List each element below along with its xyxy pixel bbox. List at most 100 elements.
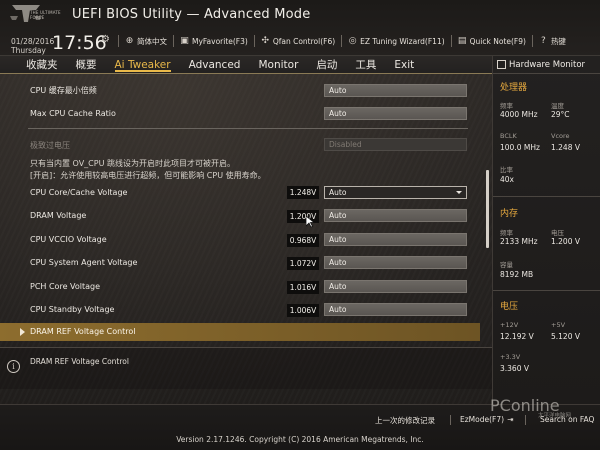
hardware-monitor-title: Hardware Monitor <box>493 56 600 74</box>
cpu-vccio-voltage-field[interactable]: Auto <box>324 233 467 246</box>
main-nav: 收藏夹 概要 Ai Tweaker Advanced Monitor 启动 工具… <box>0 56 492 74</box>
tab-advanced[interactable]: Advanced <box>189 58 241 72</box>
tab-favorites[interactable]: 收藏夹 <box>26 58 58 72</box>
toolbar-separator <box>341 35 343 47</box>
toolbar-separator <box>531 35 533 47</box>
toolbar-separator <box>450 35 452 47</box>
v33-label: +3.3V <box>500 353 521 361</box>
setting-label: PCH Core Voltage <box>30 282 101 291</box>
cpu-temp-label: 温度 <box>551 102 564 110</box>
note-text: [开启]：允许使用较高电压进行超频，但可能影响 CPU 使用寿命。 <box>30 171 266 180</box>
bclk-value: 100.0 MHz <box>500 143 540 152</box>
scrollbar[interactable] <box>486 170 489 248</box>
qfan-control-button[interactable]: ✣ Qfan Control(F6) <box>261 35 336 46</box>
note-text: 只有当内置 OV_CPU 跳线设为开启时此项目才可被开启。 <box>30 159 235 168</box>
mem-cap-label: 容量 <box>500 261 513 269</box>
footer-separator <box>450 415 451 425</box>
dram-voltage-field[interactable]: Auto <box>324 209 467 222</box>
cpu-freq-value: 4000 MHz <box>500 110 538 119</box>
hotkey-icon: ? <box>541 35 546 46</box>
cpu-temp-value: 29°C <box>551 110 570 119</box>
v5-label: +5V <box>551 321 566 329</box>
ratio-label: 比率 <box>500 166 513 174</box>
setting-label: CPU Core/Cache Voltage <box>30 188 128 197</box>
pch-core-voltage-field[interactable]: Auto <box>324 280 467 293</box>
overvoltage-field: Disabled <box>324 138 467 151</box>
cpu-cache-min-ratio-field[interactable]: Auto <box>324 84 467 97</box>
cpu-freq-label: 频率 <box>500 102 513 110</box>
dram-ref-voltage-control-row[interactable]: DRAM REF Voltage Control <box>0 323 480 341</box>
v12-value: 12.192 V <box>500 332 534 341</box>
tab-ai-tweaker[interactable]: Ai Tweaker <box>114 58 171 72</box>
last-modified-button[interactable]: 上一次的修改记录 <box>375 415 435 426</box>
vcore-value: 1.248 V <box>551 143 580 152</box>
monitor-icon <box>497 60 506 69</box>
fan-icon: ✣ <box>261 35 270 46</box>
toolbar-separator <box>173 35 174 47</box>
tab-tool[interactable]: 工具 <box>355 58 376 72</box>
footer-separator <box>525 415 526 425</box>
voltage-reading: 1.072V <box>287 257 319 270</box>
chevron-down-icon <box>456 191 462 194</box>
toolbar: ⊕ 简体中文 ▣ MyFavorite(F3) ✣ Qfan Control(F… <box>118 34 566 48</box>
cpu-core-cache-voltage-dropdown[interactable]: Auto <box>324 186 467 199</box>
v33-value: 3.360 V <box>500 364 529 373</box>
ratio-value: 40x <box>500 175 514 184</box>
mem-cap-value: 8192 MB <box>500 270 534 279</box>
header-bar: THE ULTIMATE FORCE UEFI BIOS Utility — A… <box>0 0 600 56</box>
language-button[interactable]: ⊕ 简体中文 <box>125 36 167 47</box>
hotkey-button[interactable]: ? 热键 <box>539 36 566 47</box>
favorite-icon: ▣ <box>180 35 189 46</box>
cpu-standby-voltage-field[interactable]: Auto <box>324 303 467 316</box>
version-text: Version 2.17.1246. Copyright (C) 2016 Am… <box>176 435 424 444</box>
help-text: DRAM REF Voltage Control <box>30 357 129 366</box>
exit-icon: ⇥ <box>507 415 514 424</box>
mem-volt-value: 1.200 V <box>551 237 580 246</box>
mouse-cursor-icon <box>306 216 315 228</box>
tab-boot[interactable]: 启动 <box>316 58 337 72</box>
setting-label: CPU System Agent Voltage <box>30 258 138 267</box>
gear-icon[interactable]: ⚙ <box>101 35 111 45</box>
info-icon: i <box>7 360 20 373</box>
cpu-system-agent-voltage-field[interactable]: Auto <box>324 256 467 269</box>
watermark-subtext: 太平洋电脑网 <box>538 413 572 419</box>
voltage-reading: 0.968V <box>287 234 319 247</box>
globe-icon: ⊕ <box>125 35 134 46</box>
setting-label: CPU VCCIO Voltage <box>30 235 107 244</box>
bclk-label: BCLK <box>500 132 517 140</box>
ezmode-button[interactable]: EzMode(F7) ⇥ <box>460 415 513 424</box>
toolbar-separator <box>253 35 255 47</box>
mem-freq-label: 频率 <box>500 229 513 237</box>
note-icon: ▤ <box>457 35 467 46</box>
hardware-monitor-panel: Hardware Monitor 处理器 频率 温度 4000 MHz 29°C… <box>492 56 600 404</box>
wizard-icon: ◎ <box>348 35 357 46</box>
voltage-reading: 1.248V <box>287 186 319 199</box>
chevron-right-icon <box>20 328 25 336</box>
v12-label: +12V <box>500 321 519 329</box>
setting-label: CPU 缓存最小倍频 <box>30 86 97 95</box>
v5-value: 5.120 V <box>551 332 580 341</box>
tab-monitor[interactable]: Monitor <box>258 58 298 72</box>
vcore-label: Vcore <box>551 132 570 140</box>
help-panel <box>0 347 492 389</box>
mem-freq-value: 2133 MHz <box>500 237 538 246</box>
mem-volt-label: 电压 <box>551 229 564 237</box>
voltage-reading: 1.016V <box>287 281 319 294</box>
date-display: 01/28/2016 Thursday <box>11 37 55 55</box>
logo-text: THE ULTIMATE FORCE <box>30 10 61 20</box>
myfavorite-button[interactable]: ▣ MyFavorite(F3) <box>180 35 248 46</box>
tab-exit[interactable]: Exit <box>394 58 414 72</box>
section-divider <box>28 128 468 129</box>
setting-label: 极致过电压 <box>30 141 70 150</box>
monitor-divider <box>493 290 600 291</box>
setting-label: DRAM Voltage <box>30 211 87 220</box>
voltage-reading: 1.006V <box>287 304 319 317</box>
ez-tuning-wizard-button[interactable]: ◎ EZ Tuning Wizard(F11) <box>348 35 445 46</box>
section-memory: 内存 <box>500 209 519 219</box>
monitor-divider <box>493 196 600 197</box>
quick-note-button[interactable]: ▤ Quick Note(F9) <box>457 35 526 46</box>
max-cpu-cache-ratio-field[interactable]: Auto <box>324 107 467 120</box>
section-voltage: 电压 <box>500 302 519 312</box>
clock-display: 17:56 <box>52 32 107 54</box>
tab-main[interactable]: 概要 <box>76 58 97 72</box>
